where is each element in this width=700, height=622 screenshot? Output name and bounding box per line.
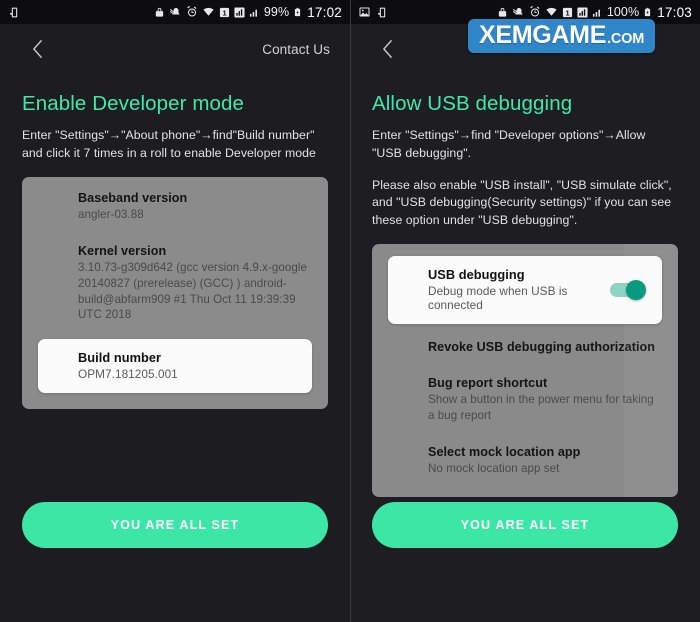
right-page-title: Allow USB debugging: [372, 92, 573, 115]
alarm-clock-icon: [186, 6, 198, 18]
right-status-left-icons: [358, 6, 389, 19]
svg-text:1: 1: [565, 8, 569, 17]
usb-debugging-title: USB debugging: [428, 267, 525, 283]
setting-row-title: Bug report shortcut: [428, 376, 548, 391]
signal-bars-icon: [577, 6, 588, 18]
right-all-set-button[interactable]: YOU ARE ALL SET: [372, 502, 678, 548]
back-button[interactable]: [372, 34, 402, 64]
about-phone-card: Baseband version angler-03.88 Kernel ver…: [22, 176, 328, 409]
usb-debugging-subtitle: Debug mode when USB is connected: [428, 284, 568, 313]
build-number-title: Build number: [78, 349, 162, 365]
wifi-icon: [202, 6, 215, 18]
screenshot-root: 1 99% 17:02 Contact Us Enable Developer …: [0, 0, 700, 622]
chevron-left-icon: [382, 40, 392, 58]
battery-percent-label: 99%: [263, 5, 290, 19]
chevron-left-icon: [32, 40, 42, 58]
setting-row-title: Select mock location app: [428, 445, 581, 460]
usb-device-icon: [376, 6, 389, 19]
usb-device-icon: [8, 6, 21, 19]
bell-muted-icon: [169, 6, 182, 18]
svg-text:1: 1: [222, 8, 226, 17]
build-number-row[interactable]: Build number OPM7.181205.001: [38, 338, 312, 393]
right-status-right-icons: 1 100% 17:03: [497, 5, 692, 20]
right-phone-panel: 1 100% 17:03 Allow USB debugging Enter "…: [350, 0, 700, 622]
build-number-value: OPM7.181205.001: [78, 366, 178, 381]
setting-row-kernel[interactable]: Kernel version 3.10.73-g309d642 (gcc ver…: [22, 244, 328, 323]
usb-debugging-row[interactable]: USB debugging Debug mode when USB is con…: [388, 256, 662, 325]
setting-row-bug-report-shortcut[interactable]: Bug report shortcut Show a button in the…: [372, 376, 678, 423]
right-content: Allow USB debugging Enter "Settings"→fin…: [350, 92, 700, 498]
setting-row-select-mock-location-app[interactable]: Select mock location app No mock locatio…: [372, 445, 678, 477]
watermark-brand: XEMGAME: [479, 21, 607, 49]
left-phone-panel: 1 99% 17:02 Contact Us Enable Developer …: [0, 0, 350, 622]
signal-bars-secondary-icon: [592, 7, 603, 18]
setting-row-subtitle: No mock location app set: [428, 462, 560, 476]
battery-percent-label: 100%: [606, 5, 640, 19]
xemgame-watermark: XEMGAME .COM: [468, 19, 656, 53]
left-all-set-button[interactable]: YOU ARE ALL SET: [22, 502, 328, 548]
setting-row-subtitle: angler-03.88: [78, 207, 144, 221]
lock-icon: [154, 6, 165, 18]
setting-row-title: Baseband version: [78, 190, 188, 205]
signal-bars-secondary-icon: [249, 7, 260, 18]
setting-row-title: Kernel version: [78, 244, 167, 259]
image-icon: [358, 6, 371, 18]
setting-row-title: Revoke USB debugging authorization: [428, 340, 655, 355]
alarm-clock-icon: [529, 6, 541, 18]
sim-1-icon: 1: [219, 7, 230, 18]
setting-row-subtitle: Show a button in the power menu for taki…: [428, 393, 654, 422]
left-page-title: Enable Developer mode: [22, 92, 245, 115]
left-instruction-paragraph: Enter "Settings"→"About phone"→find"Buil…: [22, 128, 316, 160]
wifi-icon: [545, 6, 558, 18]
contact-us-link[interactable]: Contact Us: [262, 42, 332, 57]
usb-debugging-toggle[interactable]: [610, 279, 646, 300]
developer-options-card: USB debugging Debug mode when USB is con…: [372, 244, 678, 498]
signal-bars-icon: [234, 6, 245, 18]
left-content: Enable Developer mode Enter "Settings"→"…: [0, 92, 350, 409]
left-nav-bar: Contact Us: [0, 24, 350, 74]
setting-row-baseband[interactable]: Baseband version angler-03.88: [22, 191, 328, 223]
watermark-tld: .COM: [607, 31, 645, 47]
status-clock: 17:03: [657, 4, 692, 20]
lock-icon: [497, 6, 508, 18]
left-status-left-icons: [8, 6, 21, 19]
toggle-knob: [626, 279, 646, 300]
left-status-bar: 1 99% 17:02: [0, 0, 350, 24]
left-status-right-icons: 1 99% 17:02: [154, 5, 342, 20]
build-number-text: Build number OPM7.181205.001: [78, 350, 294, 381]
sim-1-icon: 1: [562, 7, 573, 18]
setting-row-revoke-usb-debugging[interactable]: Revoke USB debugging authorization: [372, 340, 678, 354]
setting-row-subtitle: 3.10.73-g309d642 (gcc version 4.9.x-goog…: [78, 261, 307, 322]
battery-charging-icon: [293, 6, 302, 18]
bell-muted-icon: [512, 6, 525, 18]
right-instruction-paragraph-2: Please also enable "USB install", "USB s…: [372, 177, 672, 228]
panel-divider: [350, 0, 351, 622]
back-button[interactable]: [22, 34, 52, 64]
usb-debugging-text: USB debugging Debug mode when USB is con…: [428, 267, 600, 312]
battery-charging-icon: [643, 6, 652, 18]
right-instruction-paragraph-1: Enter "Settings"→find "Developer options…: [372, 128, 646, 160]
status-clock: 17:02: [307, 4, 342, 20]
